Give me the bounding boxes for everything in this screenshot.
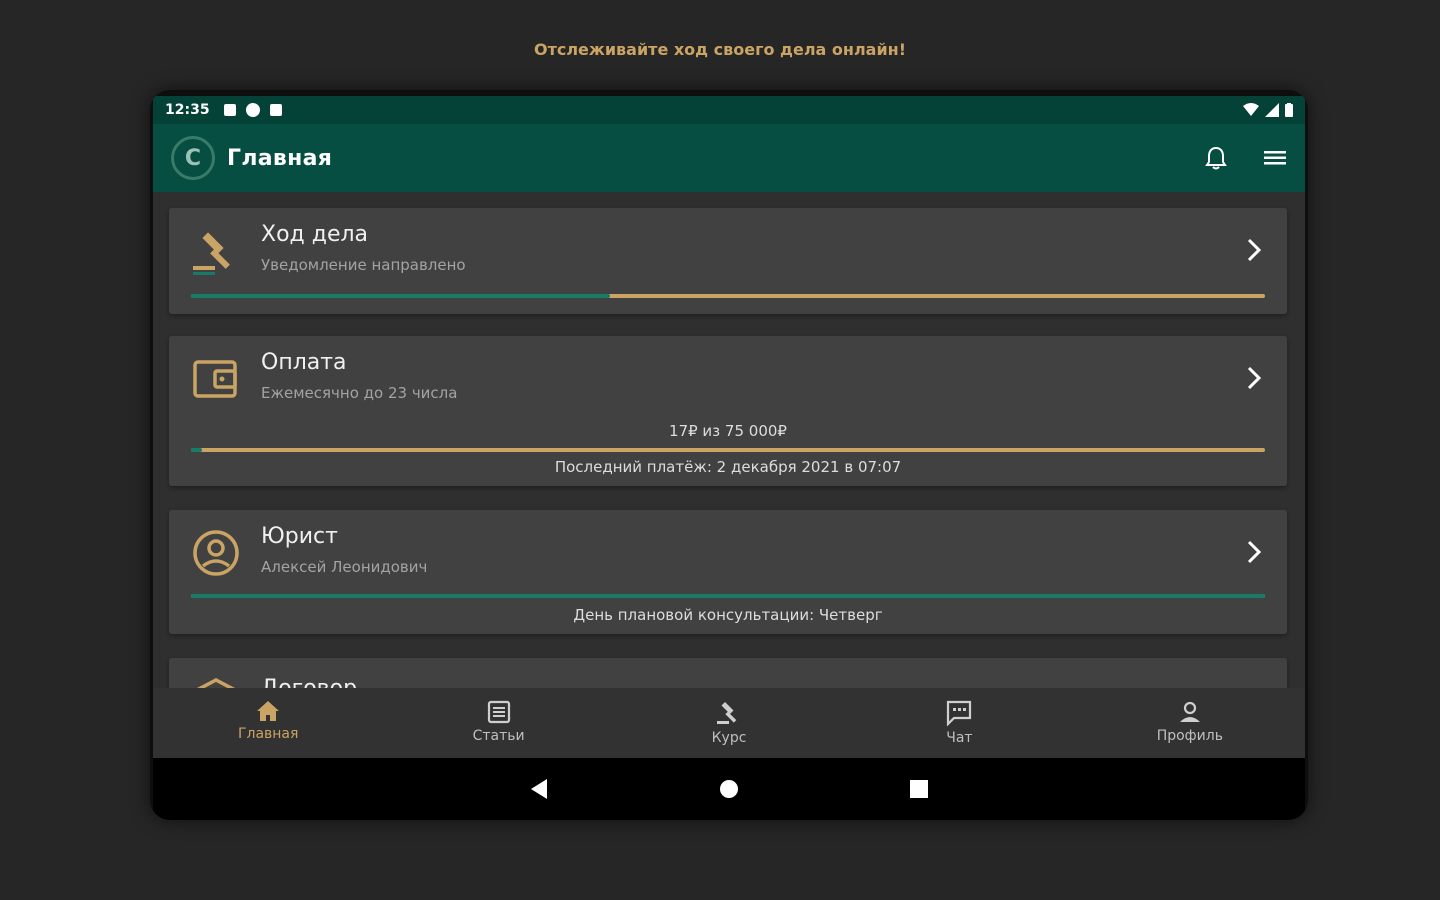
- nav-home[interactable]: Главная: [153, 688, 383, 758]
- back-icon[interactable]: [529, 778, 549, 800]
- payment-progress-bar: [191, 448, 1265, 452]
- lawyer-name: Алексей Леонидович: [261, 558, 428, 576]
- payment-title: Оплата: [261, 350, 347, 375]
- wifi-icon: [1243, 103, 1259, 116]
- payment-card[interactable]: Оплата Ежемесячно до 23 числа 17₽ из 75 …: [169, 336, 1287, 486]
- profile-icon: [1179, 701, 1200, 722]
- chevron-right-icon: [1247, 540, 1262, 564]
- sd-card-icon: [269, 104, 282, 116]
- chat-icon: [947, 700, 972, 726]
- payment-progress-fill: [191, 448, 202, 452]
- sync-icon: [245, 103, 260, 117]
- payment-schedule: Ежемесячно до 23 числа: [261, 384, 458, 402]
- system-status-icons: [1243, 103, 1293, 117]
- nav-home-label: Главная: [237, 726, 299, 742]
- wallet-icon: [193, 360, 237, 398]
- document-icon: [197, 678, 235, 688]
- battery-icon: [1285, 103, 1293, 117]
- contract-title: Договор: [261, 676, 357, 688]
- lawyer-card[interactable]: Юрист Алексей Леонидович День плановой к…: [169, 510, 1287, 634]
- user-circle-icon: [193, 530, 239, 576]
- status-bar: 12:35: [153, 96, 1305, 124]
- contract-card[interactable]: Договор: [169, 658, 1287, 688]
- case-progress-bar: [191, 294, 1265, 298]
- page-title: Главная: [227, 145, 333, 171]
- case-progress-card[interactable]: Ход дела Уведомление направлено: [169, 208, 1287, 314]
- nav-profile[interactable]: Профиль: [1075, 688, 1305, 758]
- case-title: Ход дела: [261, 222, 369, 247]
- case-progress-fill: [191, 294, 610, 298]
- system-navigation-bar: [153, 758, 1305, 820]
- chevron-right-icon: [1247, 238, 1262, 262]
- nav-chat-label: Чат: [946, 730, 973, 746]
- nav-course-label: Курс: [711, 730, 747, 746]
- payment-amount: 17₽ из 75 000₽: [669, 422, 787, 440]
- app-screen: 12:35 C Главная Ход дела Уведомление нап…: [153, 96, 1305, 820]
- notification-square-icon: [223, 104, 236, 116]
- lawyer-title: Юрист: [261, 524, 338, 549]
- nav-chat[interactable]: Чат: [844, 688, 1074, 758]
- logo-letter: C: [184, 145, 202, 171]
- nav-articles-label: Статьи: [472, 728, 525, 744]
- app-logo: C: [171, 136, 215, 180]
- lawyer-progress-fill: [191, 594, 1265, 598]
- gavel-icon: [193, 232, 230, 275]
- tablet-frame: 12:35 C Главная Ход дела Уведомление нап…: [150, 90, 1308, 820]
- consultation-day: День плановой консультации: Четверг: [573, 606, 883, 624]
- notification-icons: [223, 103, 282, 117]
- promo-headline: Отслеживайте ход своего дела онлайн!: [533, 40, 907, 59]
- app-bar: C Главная: [153, 124, 1305, 192]
- chevron-right-icon: [1247, 366, 1262, 390]
- home-circle-icon[interactable]: [719, 779, 739, 799]
- menu-icon[interactable]: [1263, 148, 1287, 168]
- gavel-icon: [717, 701, 737, 724]
- appbar-actions: [1205, 146, 1287, 170]
- home-icon: [257, 701, 280, 721]
- lawyer-progress-bar: [191, 594, 1265, 598]
- nav-profile-label: Профиль: [1156, 728, 1223, 744]
- status-time: 12:35: [165, 102, 210, 118]
- case-status: Уведомление направлено: [261, 256, 466, 274]
- nav-articles[interactable]: Статьи: [383, 688, 613, 758]
- recents-icon[interactable]: [909, 779, 929, 799]
- bottom-navigation: Главная Статьи Курс Чат Профиль: [153, 688, 1305, 758]
- bell-icon[interactable]: [1205, 146, 1227, 170]
- signal-icon: [1265, 103, 1279, 117]
- article-icon: [487, 700, 510, 724]
- nav-course[interactable]: Курс: [614, 688, 844, 758]
- main-content: Ход дела Уведомление направлено Оплата Е…: [153, 192, 1305, 688]
- last-payment: Последний платёж: 2 декабря 2021 в 07:07: [554, 458, 902, 476]
